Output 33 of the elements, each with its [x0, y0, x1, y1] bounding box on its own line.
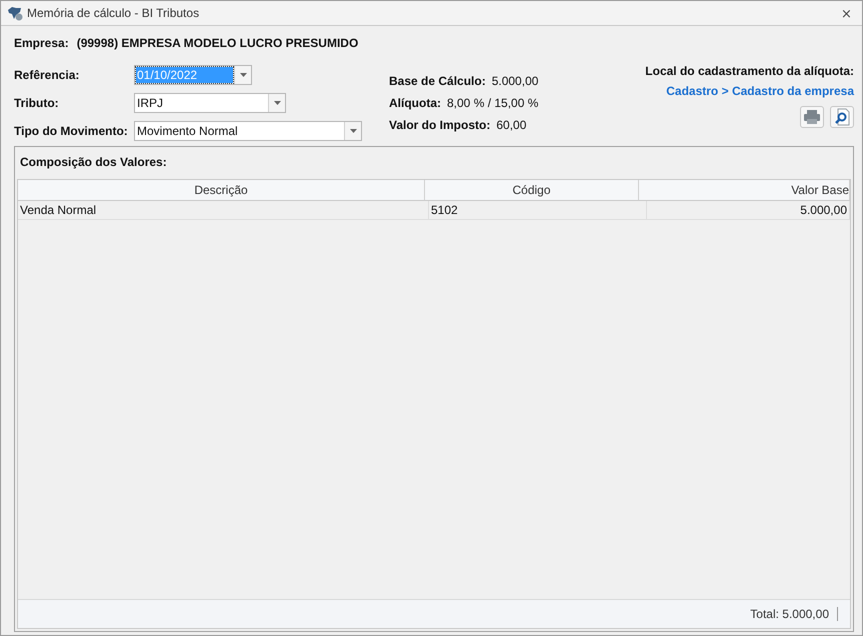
table-cell: 5.000,00 — [647, 201, 850, 220]
map-icon — [7, 5, 23, 21]
summary-value: 5.000,00 — [492, 74, 538, 89]
column-header[interactable]: Código — [425, 180, 639, 201]
preview-button[interactable] — [830, 106, 854, 128]
summary-label: Base de Cálculo: — [389, 74, 486, 89]
panel-title: Composição dos Valores: — [20, 155, 168, 169]
company-name: (99998) EMPRESA MODELO LUCRO PRESUMIDO — [76, 36, 358, 50]
field-label: Refêrencia: — [14, 68, 80, 82]
company-label: Empresa: — [14, 36, 69, 50]
summary-label: Valor do Imposto: — [389, 118, 490, 133]
dropdown-field[interactable]: IRPJ — [134, 93, 286, 113]
summary-value: 60,00 — [496, 118, 526, 133]
field-label: Tributo: — [14, 96, 60, 110]
table-cell: Venda Normal — [18, 201, 429, 220]
caret-icon — [274, 101, 280, 105]
table-cell: 5102 — [429, 201, 647, 220]
rate-source-label: Local do cadastramento da alíquota: — [645, 64, 854, 78]
window-title: Memória de cálculo - BI Tributos — [27, 6, 200, 20]
summary-value: 8,00 % / 15,00 % — [447, 96, 538, 111]
close-button[interactable]: ⨯ — [837, 6, 856, 20]
dropdown-field[interactable]: Movimento Normal — [134, 121, 362, 141]
document-search-icon — [833, 108, 851, 126]
column-header[interactable]: Valor Base — [639, 180, 850, 201]
print-button[interactable] — [800, 106, 824, 128]
total-text: Total: 5.000,00 — [750, 607, 838, 621]
field-label: Tipo do Movimento: — [14, 124, 129, 138]
company-register-link[interactable]: Cadastro > Cadastro da empresa — [666, 84, 854, 98]
column-header[interactable]: Descrição — [18, 180, 425, 201]
caret-icon — [240, 73, 246, 77]
summary-label: Alíquota: — [389, 96, 441, 111]
printer-icon — [803, 109, 821, 125]
caret-icon — [350, 129, 356, 133]
